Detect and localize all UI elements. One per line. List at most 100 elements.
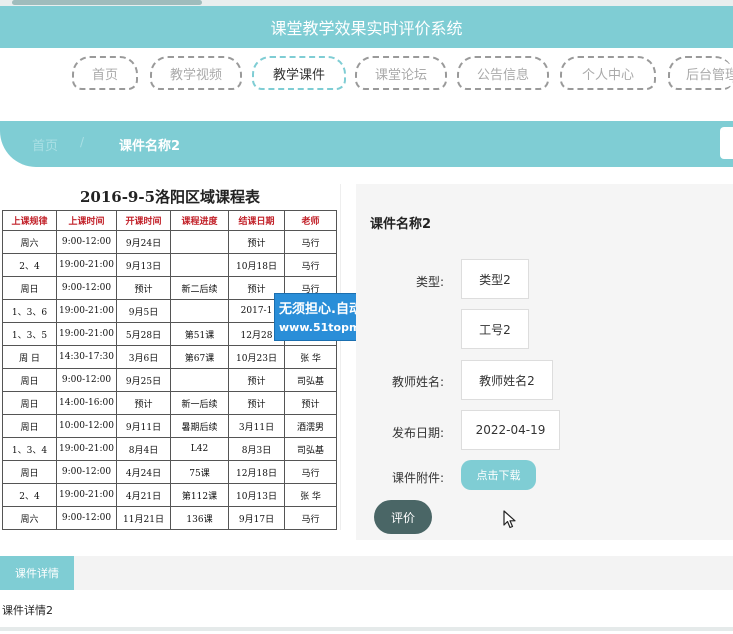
attachment-label: 课件附件: xyxy=(391,471,444,485)
scroll-knob[interactable] xyxy=(12,0,202,5)
schedule-cell: 10月23日 xyxy=(228,345,285,369)
schedule-header-cell: 老师 xyxy=(284,210,337,231)
schedule-cell: 张 华 xyxy=(284,483,337,507)
breadcrumb-home[interactable]: 首页 xyxy=(32,135,58,154)
schedule-cell xyxy=(170,368,229,392)
teacher-name-value: 教师姓名2 xyxy=(461,360,553,400)
schedule-cell: 14:00-16:00 xyxy=(56,391,117,415)
schedule-cell: 12月18日 xyxy=(228,460,285,484)
publish-date-label: 发布日期: xyxy=(391,426,444,440)
schedule-cell: 10:00-12:00 xyxy=(56,414,117,438)
courseware-details-text: 课件详情2 xyxy=(2,604,53,617)
schedule-cell: 2、4 xyxy=(2,483,57,507)
schedule-cell: 周六 xyxy=(2,230,57,254)
type-value: 类型2 xyxy=(461,259,529,299)
nav-tab-label: 课堂论坛 xyxy=(374,67,427,83)
site-title: 课堂教学效果实时评价系统 xyxy=(270,19,463,38)
schedule-cell: 3月11日 xyxy=(228,414,285,438)
schedule-cell: 9月13日 xyxy=(116,253,171,277)
schedule-cell: 4月24日 xyxy=(116,460,171,484)
schedule-cell: 9:00-12:00 xyxy=(56,368,117,392)
schedule-cell: 周日 xyxy=(2,414,57,438)
schedule-header-cell: 课程进度 xyxy=(170,210,229,231)
schedule-cell: 9:00-12:00 xyxy=(56,460,117,484)
nav-tab-courseware[interactable]: 教学课件 xyxy=(252,56,346,90)
download-button[interactable]: 点击下载 xyxy=(461,460,536,490)
schedule-cell: 9月24日 xyxy=(116,230,171,254)
schedule-cell: 第67课 xyxy=(170,345,229,369)
nav-tab-label: 公告信息 xyxy=(476,67,529,83)
schedule-cell: 马行 xyxy=(284,506,337,530)
schedule-cell xyxy=(170,230,229,254)
schedule-cell: 9月25日 xyxy=(116,368,171,392)
schedule-cell: 8月3日 xyxy=(228,437,285,461)
rate-button[interactable]: 评价 xyxy=(374,500,432,534)
schedule-cell: 14:30-17:30 xyxy=(56,345,117,369)
schedule-cell: 1、3、6 xyxy=(2,299,57,323)
table-row: 周六 9:00-12:00 9月24日 预计 马行 xyxy=(2,230,337,254)
nav-tab-label: 个人中心 xyxy=(581,67,634,83)
schedule-cell: 预计 xyxy=(116,276,171,300)
nav-tab-notices[interactable]: 公告信息 xyxy=(457,56,549,90)
schedule-cell: 136课 xyxy=(170,506,229,530)
nav-tab-profile[interactable]: 个人中心 xyxy=(560,56,656,90)
table-row: 周日 10:00-12:00 9月11日 暑期后续 3月11日 酒濡男 xyxy=(2,414,337,438)
schedule-cell: 2、4 xyxy=(2,253,57,277)
breadcrumb-separator: / xyxy=(80,135,85,149)
detail-panel: 课件名称2 类型: 类型2 工号2 教师姓名: 教师姓名2 发布日期: 2022… xyxy=(356,184,733,540)
schedule-cell: 第112课 xyxy=(170,483,229,507)
nav-tab-home[interactable]: 首页 xyxy=(72,56,138,90)
schedule-header-cell: 上课时间 xyxy=(56,210,117,231)
schedule-cell: 周 日 xyxy=(2,345,57,369)
schedule-cell: 周日 xyxy=(2,460,57,484)
schedule-cell: 新二后续 xyxy=(170,276,229,300)
schedule-cell: 周日 xyxy=(2,368,57,392)
schedule-cell: 马行 xyxy=(284,230,337,254)
schedule-cell: 张 华 xyxy=(284,345,337,369)
schedule-cell: 19:00-21:00 xyxy=(56,322,117,346)
table-row: 周日 14:00-16:00 预计 新一后续 预计 预计 xyxy=(2,391,337,415)
schedule-cell: 预计 xyxy=(284,391,337,415)
schedule-cell: 8月4日 xyxy=(116,437,171,461)
nav-tab-label: 首页 xyxy=(91,67,118,83)
nav-tab-forum[interactable]: 课堂论坛 xyxy=(355,56,447,90)
publish-date-value: 2022-04-19 xyxy=(461,410,560,450)
table-row: 周 日 14:30-17:30 3月6日 第67课 10月23日张 华 xyxy=(2,345,337,369)
breadcrumb: 首页 / 课件名称2 xyxy=(0,121,733,167)
main-nav: 首页 教学视频 教学课件 课堂论坛 公告信息 个人中心 后台管理 xyxy=(0,48,733,120)
staff-id-value: 工号2 xyxy=(461,309,529,349)
section-tabs: 课件详情 xyxy=(0,556,733,590)
schedule-cell: 19:00-21:00 xyxy=(56,299,117,323)
mouse-cursor-icon xyxy=(503,510,516,529)
nav-tab-videos[interactable]: 教学视频 xyxy=(150,56,242,90)
schedule-cell: 周日 xyxy=(2,391,57,415)
bottom-divider xyxy=(0,627,733,631)
schedule-cell: 5月28日 xyxy=(116,322,171,346)
schedule-cell: 11月21日 xyxy=(116,506,171,530)
schedule-cell: 预计 xyxy=(228,230,285,254)
schedule-cell: 1、3、5 xyxy=(2,322,57,346)
schedule-cell: 司弘基 xyxy=(284,437,337,461)
schedule-cell: 新一后续 xyxy=(170,391,229,415)
detail-title: 课件名称2 xyxy=(370,217,432,232)
table-row: 1、3、4 19:00-21:00 8月4日 L42 8月3日 司弘基 xyxy=(2,437,337,461)
schedule-cell xyxy=(170,253,229,277)
schedule-title: 2016-9-5洛阳区域课程表 xyxy=(79,188,261,206)
courseware-image: 2016-9-5洛阳区域课程表 上课规律 上课时间 开课时间 课程进度 结课日期 老师 周… xyxy=(0,184,341,530)
schedule-header-cell: 上课规律 xyxy=(2,210,57,231)
schedule-cell: 第51课 xyxy=(170,322,229,346)
schedule-table: 上课规律 上课时间 开课时间 课程进度 结课日期 老师 周六 9:00-12:00 9月24日… xyxy=(2,210,337,530)
schedule-cell: 9月5日 xyxy=(116,299,171,323)
teacher-name-label: 教师姓名: xyxy=(391,375,444,389)
tab-courseware-details[interactable]: 课件详情 xyxy=(0,556,74,590)
table-row: 2、4 19:00-21:00 9月13日 10月18日 马行 xyxy=(2,253,337,277)
schedule-cell xyxy=(170,299,229,323)
schedule-cell: 预计 xyxy=(228,391,285,415)
search-box[interactable] xyxy=(720,127,733,159)
schedule-cell: 暑期后续 xyxy=(170,414,229,438)
nav-tab-label: 教学视频 xyxy=(169,67,222,83)
schedule-cell: 3月6日 xyxy=(116,345,171,369)
table-row: 周六 9:00-12:00 11月21日 136课 9月17日 马行 xyxy=(2,506,337,530)
schedule-cell: 10月13日 xyxy=(228,483,285,507)
nav-tab-admin[interactable]: 后台管理 xyxy=(668,56,733,90)
